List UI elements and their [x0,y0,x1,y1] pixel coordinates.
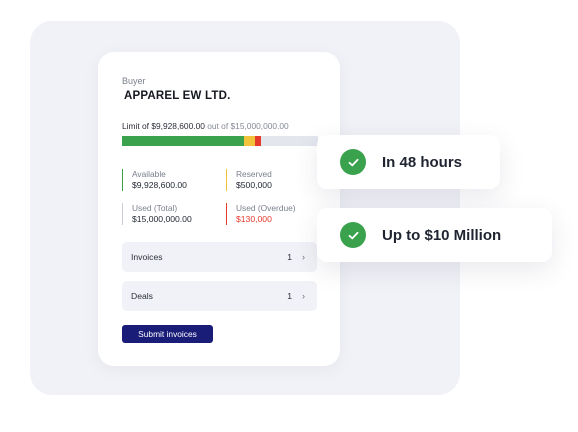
buyer-limit-card: Buyer APPAREL EW LTD. Limit of $9,928,60… [98,52,340,366]
feature-pill-text: Up to $10 Million [382,226,502,244]
stat-reserved-value: $500,000 [236,180,272,190]
limit-progress-segment-1 [243,136,256,146]
stat-available: Available $9,928,600.00 [122,169,187,191]
chevron-right-icon: › [302,291,305,301]
check-icon [340,222,366,248]
chevron-right-icon: › [302,252,305,262]
limit-used-amount: $9,928,600.00 [151,121,205,131]
invoices-count: 1 [287,252,292,262]
deals-row-label: Deals [131,291,153,301]
feature-pill-text: In 48 hours [382,153,463,171]
stat-available-value: $9,928,600.00 [132,180,187,190]
buyer-label: Buyer [122,76,146,86]
limit-summary: Limit of $9,928,600.00 out of $15,000,00… [122,121,289,131]
stat-reserved: Reserved $500,000 [226,169,272,191]
stat-used-total-label: Used (Total) [132,203,178,213]
stat-reserved-label: Reserved [236,169,272,179]
feature-pill-48-hours: In 48 hours [317,135,500,189]
deals-count: 1 [287,291,292,301]
buyer-name: APPAREL EW LTD. [124,90,231,102]
feature-pill-10-million: Up to $10 Million [317,208,552,262]
stat-used-overdue-label: Used (Overdue) [236,203,296,213]
invoices-row-label: Invoices [131,252,163,262]
limit-separator: out of [204,121,231,131]
check-icon [340,149,366,175]
stat-used-overdue: Used (Overdue) $130,000 [226,203,296,225]
stat-used-overdue-value: $130,000 [236,214,272,224]
limit-total-amount: $15,000,000.00 [230,121,289,131]
limit-progress-bar [122,136,318,146]
limit-progress-segment-0 [122,136,244,146]
deals-row[interactable]: Deals 1 › [122,281,317,311]
invoices-row[interactable]: Invoices 1 › [122,242,317,272]
stat-available-label: Available [132,169,166,179]
stat-used-total-value: $15,000,000.00 [132,214,192,224]
stat-used-total: Used (Total) $15,000,000.00 [122,203,192,225]
limit-prefix: Limit of [122,121,152,131]
submit-invoices-button[interactable]: Submit invoices [122,325,213,343]
limit-progress-segment-3 [261,136,318,146]
